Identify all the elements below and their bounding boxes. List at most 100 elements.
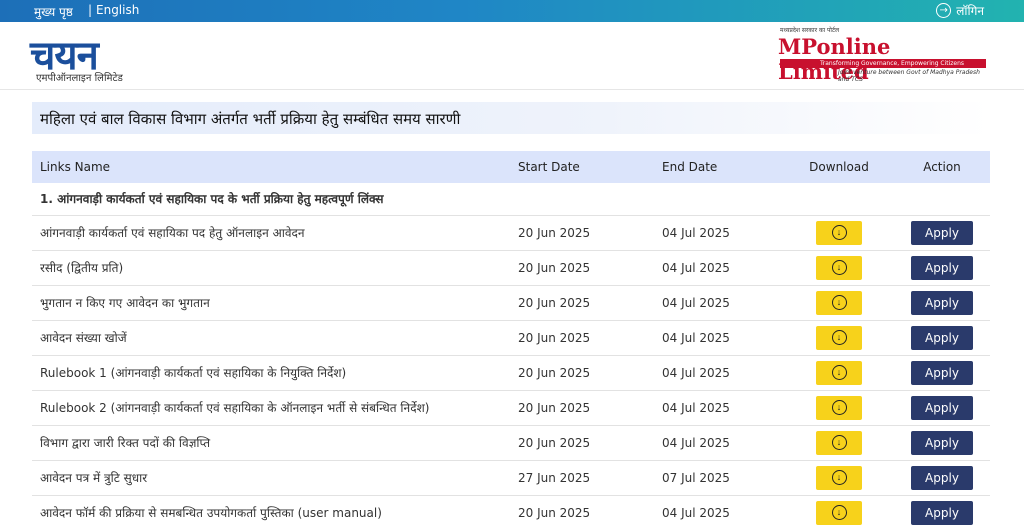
start-date: 20 Jun 2025 (518, 505, 591, 520)
mponline-jv-note: Joint venture between Govt of Madhya Pra… (838, 69, 980, 83)
table-row: आवेदन संख्या खोजें 20 Jun 2025 04 Jul 2025… (32, 320, 990, 355)
end-date: 04 Jul 2025 (662, 400, 730, 415)
end-date: 07 Jul 2025 (662, 470, 730, 485)
table-row: Rulebook 2 (आंगनवाड़ी कार्यकर्ता एवं सहा… (32, 390, 990, 425)
apply-button[interactable]: Apply (911, 220, 973, 245)
download-button[interactable]: ↓ (816, 255, 862, 280)
language-link[interactable]: English (96, 3, 139, 17)
end-date: 04 Jul 2025 (662, 435, 730, 450)
start-date: 20 Jun 2025 (518, 225, 591, 240)
chayan-logo-subtitle: एमपीऑनलाइन लिमिटेड (36, 73, 123, 84)
end-date: 04 Jul 2025 (662, 505, 730, 520)
action-cell: Apply (894, 425, 990, 460)
download-circle-icon: ↓ (831, 295, 847, 310)
download-cell: ↓ (784, 460, 894, 495)
page-title-box: महिला एवं बाल विकास विभाग अंतर्गत भर्ती … (32, 102, 990, 134)
action-cell: Apply (894, 355, 990, 390)
action-cell: Apply (894, 460, 990, 495)
apply-button[interactable]: Apply (911, 465, 973, 490)
link-name: विभाग द्वारा जारी रिक्त पदों की विज्ञप्त… (40, 436, 211, 450)
link-name: आवेदन संख्या खोजें (40, 331, 127, 345)
start-date: 20 Jun 2025 (518, 435, 591, 450)
link-name: आंगनवाड़ी कार्यकर्ता एवं सहायिका पद हेतु… (40, 226, 305, 240)
table-row: भुगतान न किए गए आवेदन का भुगतान 20 Jun 20… (32, 285, 990, 320)
start-date: 20 Jun 2025 (518, 400, 591, 415)
chayan-logo[interactable]: चयन एमपीऑनलाइन लिमिटेड (30, 26, 175, 88)
section-title: 1. आंगनवाड़ी कार्यकर्ता एवं सहायिका पद क… (40, 192, 384, 207)
mponline-tagline: मध्यप्रदेश सरकार का पोर्टल (780, 27, 840, 34)
end-date: 04 Jul 2025 (662, 225, 730, 240)
download-circle-icon: ↓ (831, 505, 847, 520)
download-button[interactable]: ↓ (816, 325, 862, 350)
table-row: Rulebook 1 (आंगनवाड़ी कार्यकर्ता एवं सहा… (32, 355, 990, 390)
link-name: आवेदन फॉर्म की प्रक्रिया से समबन्धित उपय… (40, 506, 382, 520)
download-button[interactable]: ↓ (816, 465, 862, 490)
end-date: 04 Jul 2025 (662, 260, 730, 275)
download-cell: ↓ (784, 285, 894, 320)
schedule-table: Links Name Start Date End Date Download … (32, 151, 990, 529)
start-date: 20 Jun 2025 (518, 295, 591, 310)
end-date: 04 Jul 2025 (662, 330, 730, 345)
arrow-right-circle-icon: → (936, 3, 952, 18)
download-circle-icon: ↓ (831, 365, 847, 380)
apply-button[interactable]: Apply (911, 360, 973, 385)
apply-button[interactable]: Apply (911, 430, 973, 455)
header-download: Download (809, 160, 869, 174)
header-start-date: Start Date (518, 160, 580, 174)
home-link[interactable]: मुख्य पृष्ठ (34, 3, 73, 20)
apply-button[interactable]: Apply (911, 325, 973, 350)
mponline-brand-mp: MP (778, 34, 817, 59)
apply-button[interactable]: Apply (911, 500, 973, 525)
apply-button[interactable]: Apply (911, 290, 973, 315)
download-button[interactable]: ↓ (816, 395, 862, 420)
top-bar: मुख्य पृष्ठ | English → लॉगिन (0, 0, 1024, 22)
site-header: चयन एमपीऑनलाइन लिमिटेड मध्यप्रदेश सरकार … (0, 22, 1024, 90)
table-header-row: Links Name Start Date End Date Download … (32, 151, 990, 183)
download-cell: ↓ (784, 250, 894, 285)
table-row: रसीद (द्वितीय प्रति) 20 Jun 2025 04 Jul 20… (32, 250, 990, 285)
header-action: Action (923, 160, 961, 174)
action-cell: Apply (894, 285, 990, 320)
action-cell: Apply (894, 320, 990, 355)
link-name: Rulebook 1 (आंगनवाड़ी कार्यकर्ता एवं सहा… (40, 366, 347, 380)
download-button[interactable]: ↓ (816, 360, 862, 385)
table-row: आवेदन फॉर्म की प्रक्रिया से समबन्धित उपय… (32, 495, 990, 529)
table-row: विभाग द्वारा जारी रिक्त पदों की विज्ञप्त… (32, 425, 990, 460)
start-date: 27 Jun 2025 (518, 470, 591, 485)
download-button[interactable]: ↓ (816, 290, 862, 315)
mponline-slogan: Transforming Governance, Empowering Citi… (780, 59, 986, 68)
apply-button[interactable]: Apply (911, 255, 973, 280)
apply-button[interactable]: Apply (911, 395, 973, 420)
download-button[interactable]: ↓ (816, 220, 862, 245)
page-title: महिला एवं बाल विकास विभाग अंतर्गत भर्ती … (40, 110, 461, 128)
topbar-separator: | (88, 3, 93, 17)
download-circle-icon: ↓ (831, 400, 847, 415)
download-button[interactable]: ↓ (816, 430, 862, 455)
download-circle-icon: ↓ (831, 225, 847, 240)
download-cell: ↓ (784, 425, 894, 460)
table-row: आवेदन पत्र में त्रुटि सुधार 27 Jun 2025 07… (32, 460, 990, 495)
download-circle-icon: ↓ (831, 330, 847, 345)
table-row: आंगनवाड़ी कार्यकर्ता एवं सहायिका पद हेतु… (32, 215, 990, 250)
download-button[interactable]: ↓ (816, 500, 862, 525)
download-circle-icon: ↓ (831, 435, 847, 450)
link-name: रसीद (द्वितीय प्रति) (40, 261, 124, 275)
action-cell: Apply (894, 495, 990, 529)
mponline-logo[interactable]: मध्यप्रदेश सरकार का पोर्टल MPonline Limi… (778, 26, 988, 84)
end-date: 04 Jul 2025 (662, 365, 730, 380)
download-cell: ↓ (784, 215, 894, 250)
action-cell: Apply (894, 250, 990, 285)
header-end-date: End Date (662, 160, 718, 174)
download-cell: ↓ (784, 390, 894, 425)
download-cell: ↓ (784, 355, 894, 390)
login-link[interactable]: → लॉगिन (936, 2, 984, 19)
login-label: लॉगिन (956, 4, 984, 18)
action-cell: Apply (894, 390, 990, 425)
action-cell: Apply (894, 215, 990, 250)
start-date: 20 Jun 2025 (518, 330, 591, 345)
end-date: 04 Jul 2025 (662, 295, 730, 310)
start-date: 20 Jun 2025 (518, 260, 591, 275)
link-name: आवेदन पत्र में त्रुटि सुधार (40, 471, 148, 485)
download-cell: ↓ (784, 495, 894, 529)
header-links-name: Links Name (40, 160, 111, 174)
